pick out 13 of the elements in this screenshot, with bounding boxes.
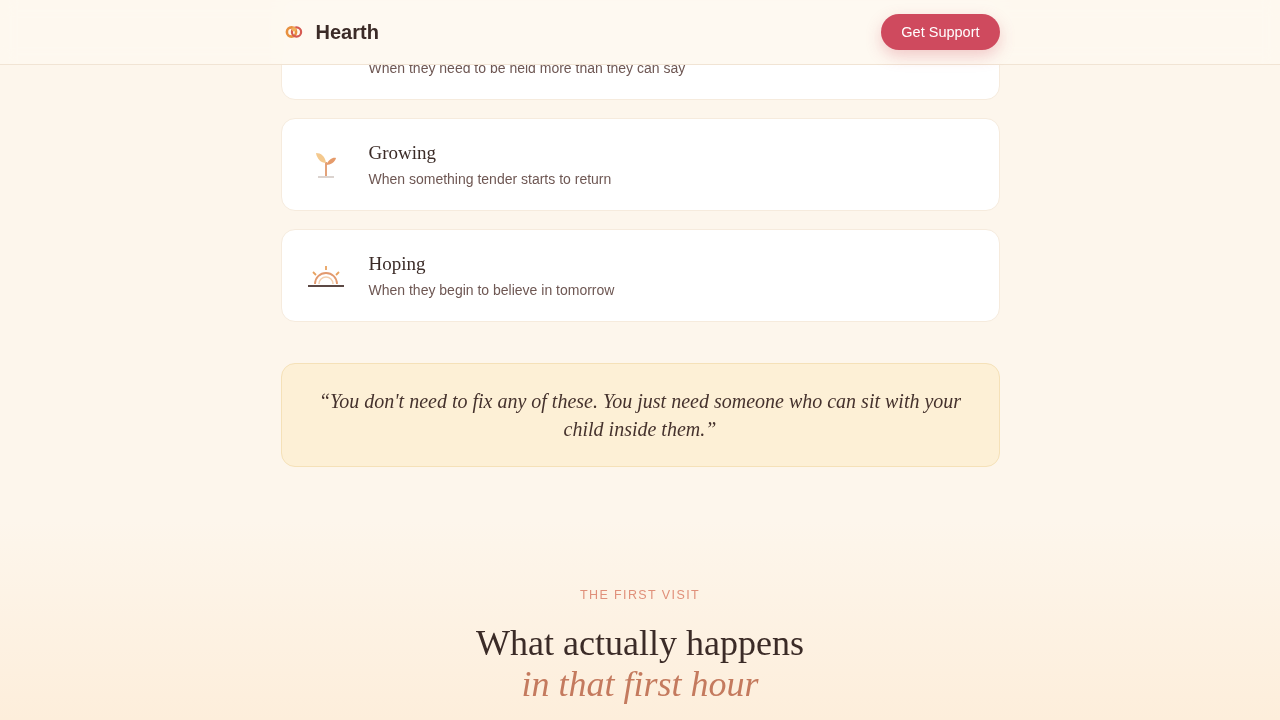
logo-icon: [284, 23, 303, 41]
card-description: When something tender starts to return: [368, 170, 612, 188]
card-description: When they begin to believe in tomorrow: [368, 281, 615, 299]
section-heading: What actually happens: [476, 623, 804, 664]
card-title: Hoping: [368, 252, 427, 276]
section-eyebrow: THE FIRST VISIT: [579, 587, 701, 603]
card-title: Growing: [368, 141, 438, 165]
sunrise-icon: [307, 264, 344, 287]
brand-name: Hearth: [315, 20, 379, 44]
sprout-icon: [314, 151, 337, 178]
support-button[interactable]: Get Support: [881, 14, 1000, 50]
heading-accent: in that first hour: [521, 664, 759, 705]
quote-text: “You don't need to fix any of these. You just need someone who can sit with your child inside them.”: [317, 389, 963, 442]
